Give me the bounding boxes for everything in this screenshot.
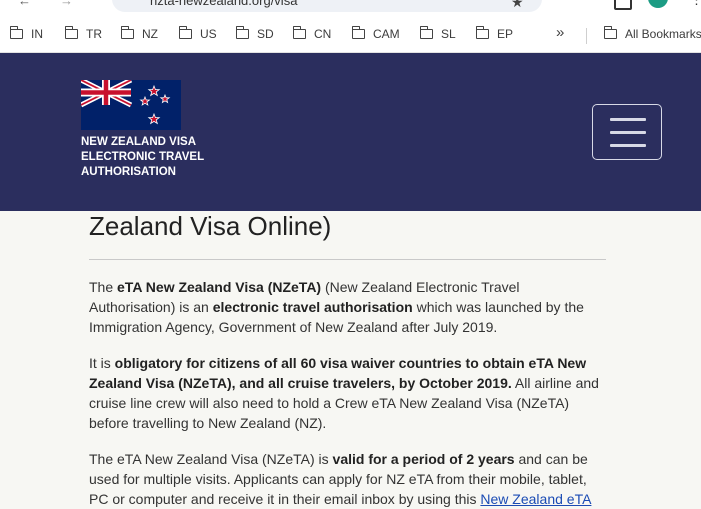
bookmark-folder-us[interactable]: US: [178, 24, 217, 44]
validity-paragraph: The eTA New Zealand Visa (NZeTA) is vali…: [89, 449, 606, 509]
folder-icon: [292, 26, 306, 39]
folder-icon: [120, 26, 134, 39]
bookmark-folder-cam[interactable]: CAM: [351, 24, 400, 44]
bookmarks-divider: [586, 28, 587, 44]
bookmark-label: US: [200, 27, 217, 41]
bookmark-label: SL: [441, 27, 456, 41]
bookmarks-bar: IN TR NZ US SD CN CAM SL EP » All Bookma…: [0, 14, 701, 53]
hamburger-icon: [610, 144, 646, 147]
main-content: Zealand Visa Online) The eTA New Zealand…: [0, 211, 701, 508]
folder-icon: [603, 26, 617, 39]
bookmark-label: IN: [31, 27, 43, 41]
text-run: The: [89, 279, 118, 295]
brand-line: NEW ZEALAND VISA: [81, 136, 196, 148]
hamburger-menu-button[interactable]: [592, 104, 662, 160]
all-bookmarks-button[interactable]: All Bookmarks: [603, 24, 701, 44]
obligation-paragraph: It is obligatory for citizens of all 60 …: [89, 353, 606, 433]
brand-line: ELECTRONIC TRAVEL: [81, 151, 205, 163]
back-arrow-icon[interactable]: ←: [18, 0, 31, 8]
nz-eta-link[interactable]: New Zealand eTA: [480, 491, 591, 507]
profile-avatar[interactable]: [648, 0, 668, 8]
bookmark-label: CN: [314, 27, 332, 41]
url-text[interactable]: nzta-newzealand.org/visa: [150, 0, 297, 8]
bold-text: valid for a period of 2 years: [332, 451, 515, 467]
bookmark-folder-ep[interactable]: EP: [475, 24, 514, 44]
bookmark-folder-cn[interactable]: CN: [292, 24, 332, 44]
browser-menu-icon[interactable]: ⋮: [690, 0, 701, 8]
bold-text: electronic travel authorisation: [212, 299, 413, 315]
folder-icon: [64, 26, 78, 39]
bookmark-folder-in[interactable]: IN: [9, 24, 43, 44]
bookmark-folder-tr[interactable]: TR: [64, 24, 102, 44]
bookmark-folder-sl[interactable]: SL: [419, 24, 456, 44]
new-zealand-flag-logo[interactable]: [81, 80, 181, 130]
text-run: It is: [89, 355, 115, 371]
site-header: NEW ZEALAND VISA ELECTRONIC TRAVEL AUTHO…: [0, 53, 701, 211]
heading-divider: [89, 259, 606, 260]
brand-line: AUTHORISATION: [81, 166, 176, 178]
all-bookmarks-label: All Bookmarks: [625, 27, 701, 41]
page-heading: Zealand Visa Online): [89, 211, 332, 241]
bookmark-label: NZ: [142, 27, 158, 41]
site-brand-title[interactable]: NEW ZEALAND VISA ELECTRONIC TRAVEL AUTHO…: [81, 135, 241, 180]
text-run: The eTA New Zealand Visa (NZeTA) is: [89, 451, 333, 467]
bold-text: eTA New Zealand Visa (NZeTA): [117, 279, 322, 295]
bookmark-label: EP: [497, 27, 514, 41]
bookmark-folder-sd[interactable]: SD: [235, 24, 274, 44]
bookmark-star-icon[interactable]: ★: [511, 0, 524, 11]
hamburger-icon: [610, 118, 646, 121]
address-bar: ← → nzta-newzealand.org/visa ★ ⋮: [0, 0, 701, 14]
folder-icon: [9, 26, 23, 39]
more-bookmarks-chevron-icon[interactable]: »: [556, 24, 564, 41]
folder-icon: [475, 26, 489, 39]
folder-icon: [178, 26, 192, 39]
bookmark-folder-nz[interactable]: NZ: [120, 24, 158, 44]
folder-icon: [235, 26, 249, 39]
folder-icon: [419, 26, 433, 39]
folder-icon: [351, 26, 365, 39]
forward-arrow-icon[interactable]: →: [60, 0, 73, 8]
bookmark-label: CAM: [373, 27, 400, 41]
extensions-icon[interactable]: [614, 0, 632, 10]
intro-paragraph: The eTA New Zealand Visa (NZeTA) (New Ze…: [89, 277, 606, 337]
hamburger-icon: [610, 131, 646, 134]
bookmark-label: TR: [86, 27, 102, 41]
bookmark-label: SD: [257, 27, 274, 41]
